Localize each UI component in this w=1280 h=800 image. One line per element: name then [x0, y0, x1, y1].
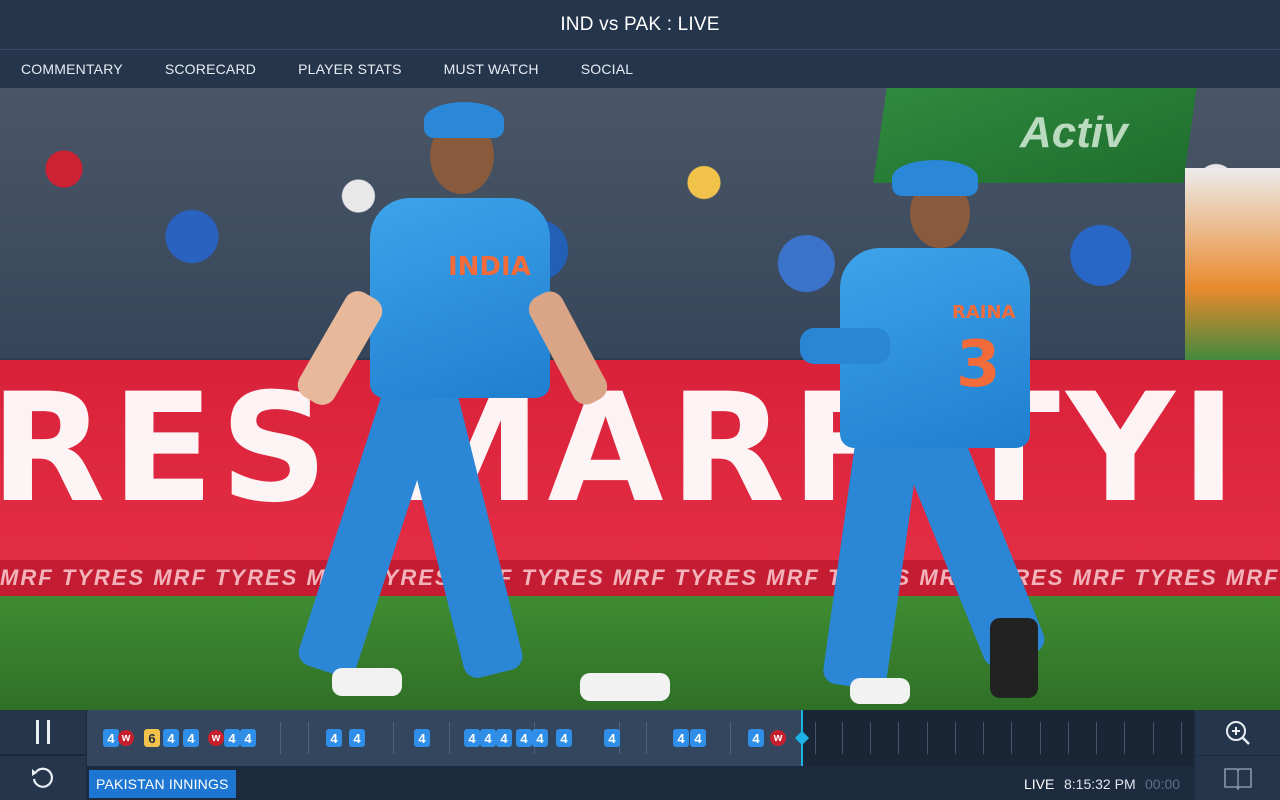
timeline-tick: [898, 722, 899, 754]
playback-controls: 4w644w444444444444444w PAKISTAN INNINGS …: [0, 710, 1280, 800]
timeline-tick: [1040, 722, 1041, 754]
clock-time: 8:15:32 PM: [1064, 776, 1136, 792]
wicket-marker[interactable]: w: [208, 730, 224, 746]
advertising-board: RES MARF TYI: [0, 360, 1280, 560]
four-marker[interactable]: 4: [516, 729, 532, 747]
tab-scorecard[interactable]: SCORECARD: [144, 50, 277, 88]
four-marker[interactable]: 4: [349, 729, 365, 747]
elapsed-time: 00:00: [1145, 776, 1181, 792]
four-marker[interactable]: 4: [673, 729, 689, 747]
four-marker[interactable]: 4: [604, 729, 620, 747]
player-cap: [892, 160, 978, 196]
timeline-tick: [927, 722, 928, 754]
four-marker[interactable]: 4: [183, 729, 199, 747]
book-icon: [1223, 768, 1252, 790]
four-marker[interactable]: 4: [556, 729, 572, 747]
timeline-future: [802, 710, 1194, 766]
player-torso: [370, 198, 550, 398]
guide-button[interactable]: [1195, 756, 1280, 800]
six-marker[interactable]: 6: [144, 729, 160, 747]
timeline-tick: [955, 722, 956, 754]
app-header: IND vs PAK : LIVE: [0, 0, 1280, 50]
timeline-tick: [393, 722, 394, 754]
status-bar: PAKISTAN INNINGS LIVE 8:15:32 PM 00:00: [87, 766, 1194, 800]
zoom-in-icon: [1225, 720, 1250, 745]
timeline-tick: [280, 722, 281, 754]
tab-social[interactable]: SOCIAL: [560, 50, 655, 88]
innings-label[interactable]: PAKISTAN INNINGS: [89, 770, 236, 798]
timeline-tick: [1011, 722, 1012, 754]
timeline-tick: [730, 722, 731, 754]
timeline-tick: [842, 722, 843, 754]
four-marker[interactable]: 4: [690, 729, 706, 747]
timeline-tick: [870, 722, 871, 754]
live-label[interactable]: LIVE: [1024, 776, 1054, 792]
match-title: IND vs PAK : LIVE: [560, 13, 720, 35]
four-marker[interactable]: 4: [326, 729, 342, 747]
pause-icon: [32, 720, 54, 744]
tab-player-stats[interactable]: PLAYER STATS: [277, 50, 423, 88]
board-text: RES MARF TYI: [0, 362, 1243, 536]
video-player[interactable]: Activ RES MARF TYI MRF TYRES MRF TYRES M…: [0, 88, 1280, 710]
advertising-strip: MRF TYRES MRF TYRES MRF TYRES MRF TYRES …: [0, 560, 1280, 596]
ball-timeline[interactable]: 4w644w444444444444444w: [87, 710, 1194, 766]
timeline-tick: [1068, 722, 1069, 754]
timeline-tick: [815, 722, 816, 754]
four-marker[interactable]: 4: [103, 729, 119, 747]
jersey-back-number: 3: [956, 328, 1001, 402]
four-marker[interactable]: 4: [532, 729, 548, 747]
tab-must-watch[interactable]: MUST WATCH: [423, 50, 560, 88]
timeline-tick: [1124, 722, 1125, 754]
main-nav: COMMENTARY SCORECARD PLAYER STATS MUST W…: [0, 50, 1280, 88]
pause-icon-bar: [47, 720, 50, 744]
timeline-tick: [1181, 722, 1182, 754]
timeline-tick: [1153, 722, 1154, 754]
player-shoe: [580, 673, 670, 701]
pause-button[interactable]: [0, 710, 86, 755]
player-shoe: [332, 668, 402, 696]
pause-icon-bar: [36, 720, 39, 744]
four-marker[interactable]: 4: [414, 729, 430, 747]
timeline-tick: [646, 722, 647, 754]
four-marker[interactable]: 4: [240, 729, 256, 747]
flag-logo: Activ: [1020, 108, 1128, 157]
jersey-back-name: RAINA: [952, 302, 1016, 323]
player-cap: [424, 102, 504, 138]
timeline-tick: [983, 722, 984, 754]
four-marker[interactable]: 4: [224, 729, 240, 747]
replay-button[interactable]: [0, 756, 86, 800]
four-marker[interactable]: 4: [496, 729, 512, 747]
four-marker[interactable]: 4: [163, 729, 179, 747]
wicket-marker[interactable]: w: [118, 730, 134, 746]
tab-commentary[interactable]: COMMENTARY: [0, 50, 144, 88]
zoom-in-button[interactable]: [1195, 710, 1280, 755]
timeline-tick: [1096, 722, 1097, 754]
player-shoe: [850, 678, 910, 704]
four-marker[interactable]: 4: [748, 729, 764, 747]
four-marker[interactable]: 4: [464, 729, 480, 747]
player-shoe: [990, 618, 1038, 698]
player-arm: [800, 328, 890, 364]
tricolor-flag: [1185, 168, 1280, 368]
wicket-marker[interactable]: w: [770, 730, 786, 746]
timeline-tick: [449, 722, 450, 754]
four-marker[interactable]: 4: [480, 729, 496, 747]
replay-icon: [32, 767, 54, 788]
jersey-front-text: INDIA: [448, 252, 531, 282]
timeline-tick: [308, 722, 309, 754]
